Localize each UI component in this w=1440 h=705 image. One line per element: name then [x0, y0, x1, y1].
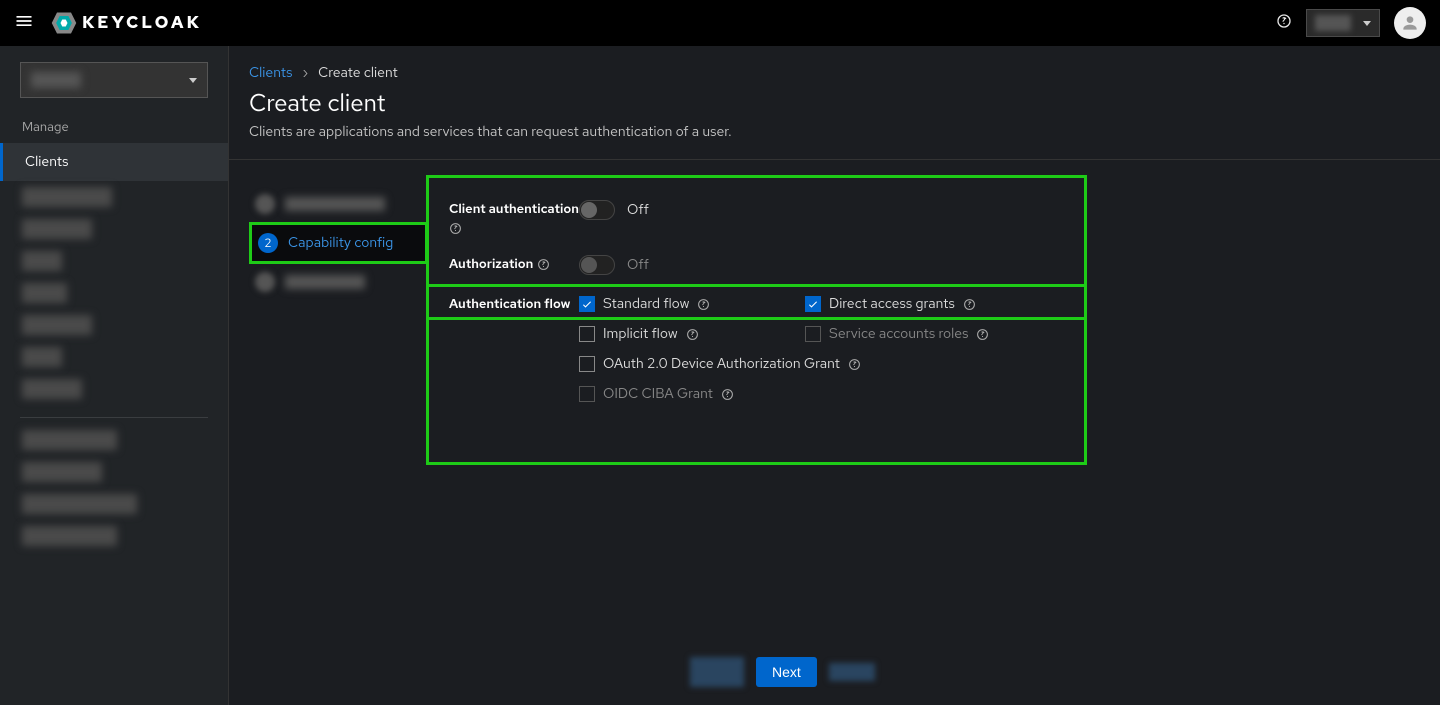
back-button-blurred[interactable]	[690, 657, 744, 687]
checkbox-implicit-flow[interactable]: Implicit flow	[579, 325, 805, 343]
topbar-realm-dropdown[interactable]	[1306, 9, 1380, 37]
realm-selector[interactable]	[20, 62, 208, 98]
help-icon[interactable]	[686, 328, 699, 341]
logo: KEYCLOAK	[50, 9, 202, 37]
wizard-steps: 2 Capability config	[249, 178, 429, 433]
breadcrumb-root-link[interactable]: Clients	[249, 64, 292, 82]
caret-down-icon	[1363, 21, 1371, 26]
blurred-text	[285, 275, 365, 289]
sidebar-item-blurred[interactable]	[22, 283, 67, 303]
switch-client-authentication[interactable]	[579, 200, 615, 220]
help-icon[interactable]	[1276, 13, 1292, 34]
keycloak-logo-icon	[50, 9, 78, 37]
help-icon[interactable]	[963, 298, 976, 311]
sidebar-item-blurred[interactable]	[22, 430, 117, 450]
page-title: Create client	[249, 88, 1420, 119]
help-icon[interactable]	[537, 258, 550, 271]
sidebar-item-clients[interactable]: Clients	[0, 143, 228, 181]
wizard-step-capability-config[interactable]: 2 Capability config	[249, 222, 428, 264]
checkbox-icon	[805, 296, 821, 312]
step-label: Capability config	[288, 234, 393, 252]
checkbox-icon	[805, 326, 821, 342]
content: Clients › Create client Create client Cl…	[229, 46, 1440, 705]
sidebar-item-blurred[interactable]	[22, 251, 62, 271]
logo-text: KEYCLOAK	[82, 12, 202, 34]
sidebar-item-blurred[interactable]	[22, 347, 62, 367]
wizard-body: Client authentication Off Authorization	[429, 178, 1420, 433]
switch-value: Off	[627, 201, 649, 219]
checkbox-icon	[579, 386, 595, 402]
sidebar-item-blurred[interactable]	[22, 379, 82, 399]
step-badge: 2	[258, 233, 278, 253]
help-icon[interactable]	[721, 388, 734, 401]
label-client-authentication: Client authentication	[449, 200, 579, 235]
sidebar-item-blurred[interactable]	[22, 526, 117, 546]
next-button[interactable]: Next	[756, 657, 817, 687]
help-icon[interactable]	[848, 358, 861, 371]
checkbox-device-authorization-grant[interactable]: OAuth 2.0 Device Authorization Grant	[579, 355, 1031, 373]
sidebar-item-blurred[interactable]	[22, 494, 137, 514]
sidebar: Manage Clients	[0, 46, 229, 705]
sidebar-item-blurred[interactable]	[22, 315, 92, 335]
page-subtitle: Clients are applications and services th…	[249, 123, 1420, 141]
avatar[interactable]	[1394, 7, 1426, 39]
caret-down-icon	[189, 78, 197, 83]
checkbox-icon	[579, 326, 595, 342]
blurred-text	[285, 197, 385, 211]
checkbox-icon	[579, 296, 595, 312]
sidebar-item-blurred[interactable]	[22, 462, 102, 482]
checkbox-oidc-ciba-grant: OIDC CIBA Grant	[579, 385, 1031, 403]
switch-value: Off	[627, 256, 649, 274]
topbar: KEYCLOAK	[0, 0, 1440, 46]
checkbox-icon	[579, 356, 595, 372]
checkbox-direct-access-grants[interactable]: Direct access grants	[805, 295, 1031, 313]
label-authorization: Authorization	[449, 255, 579, 273]
hamburger-icon[interactable]	[14, 11, 34, 36]
checkbox-standard-flow[interactable]: Standard flow	[579, 295, 805, 313]
sidebar-item-blurred[interactable]	[22, 187, 112, 207]
wizard-step-1[interactable]	[249, 186, 428, 222]
help-icon[interactable]	[697, 298, 710, 311]
cancel-button-blurred[interactable]	[829, 663, 875, 681]
chevron-right-icon: ›	[302, 64, 308, 82]
switch-authorization	[579, 255, 615, 275]
wizard-step-3[interactable]	[249, 264, 428, 300]
footer-actions: Next	[690, 657, 875, 687]
step-badge	[255, 272, 275, 292]
step-badge	[255, 194, 275, 214]
blurred-text	[1315, 15, 1351, 31]
label-authentication-flow: Authentication flow	[449, 295, 579, 313]
blurred-text	[31, 72, 81, 88]
sidebar-section-label: Manage	[0, 108, 228, 143]
help-icon[interactable]	[449, 222, 462, 235]
breadcrumb: Clients › Create client	[229, 46, 1440, 82]
page-header: Create client Clients are applications a…	[229, 82, 1440, 160]
sidebar-item-blurred[interactable]	[22, 219, 92, 239]
sidebar-divider	[20, 417, 208, 418]
checkbox-service-accounts-roles: Service accounts roles	[805, 325, 1031, 343]
help-icon[interactable]	[976, 328, 989, 341]
breadcrumb-current: Create client	[318, 64, 398, 82]
